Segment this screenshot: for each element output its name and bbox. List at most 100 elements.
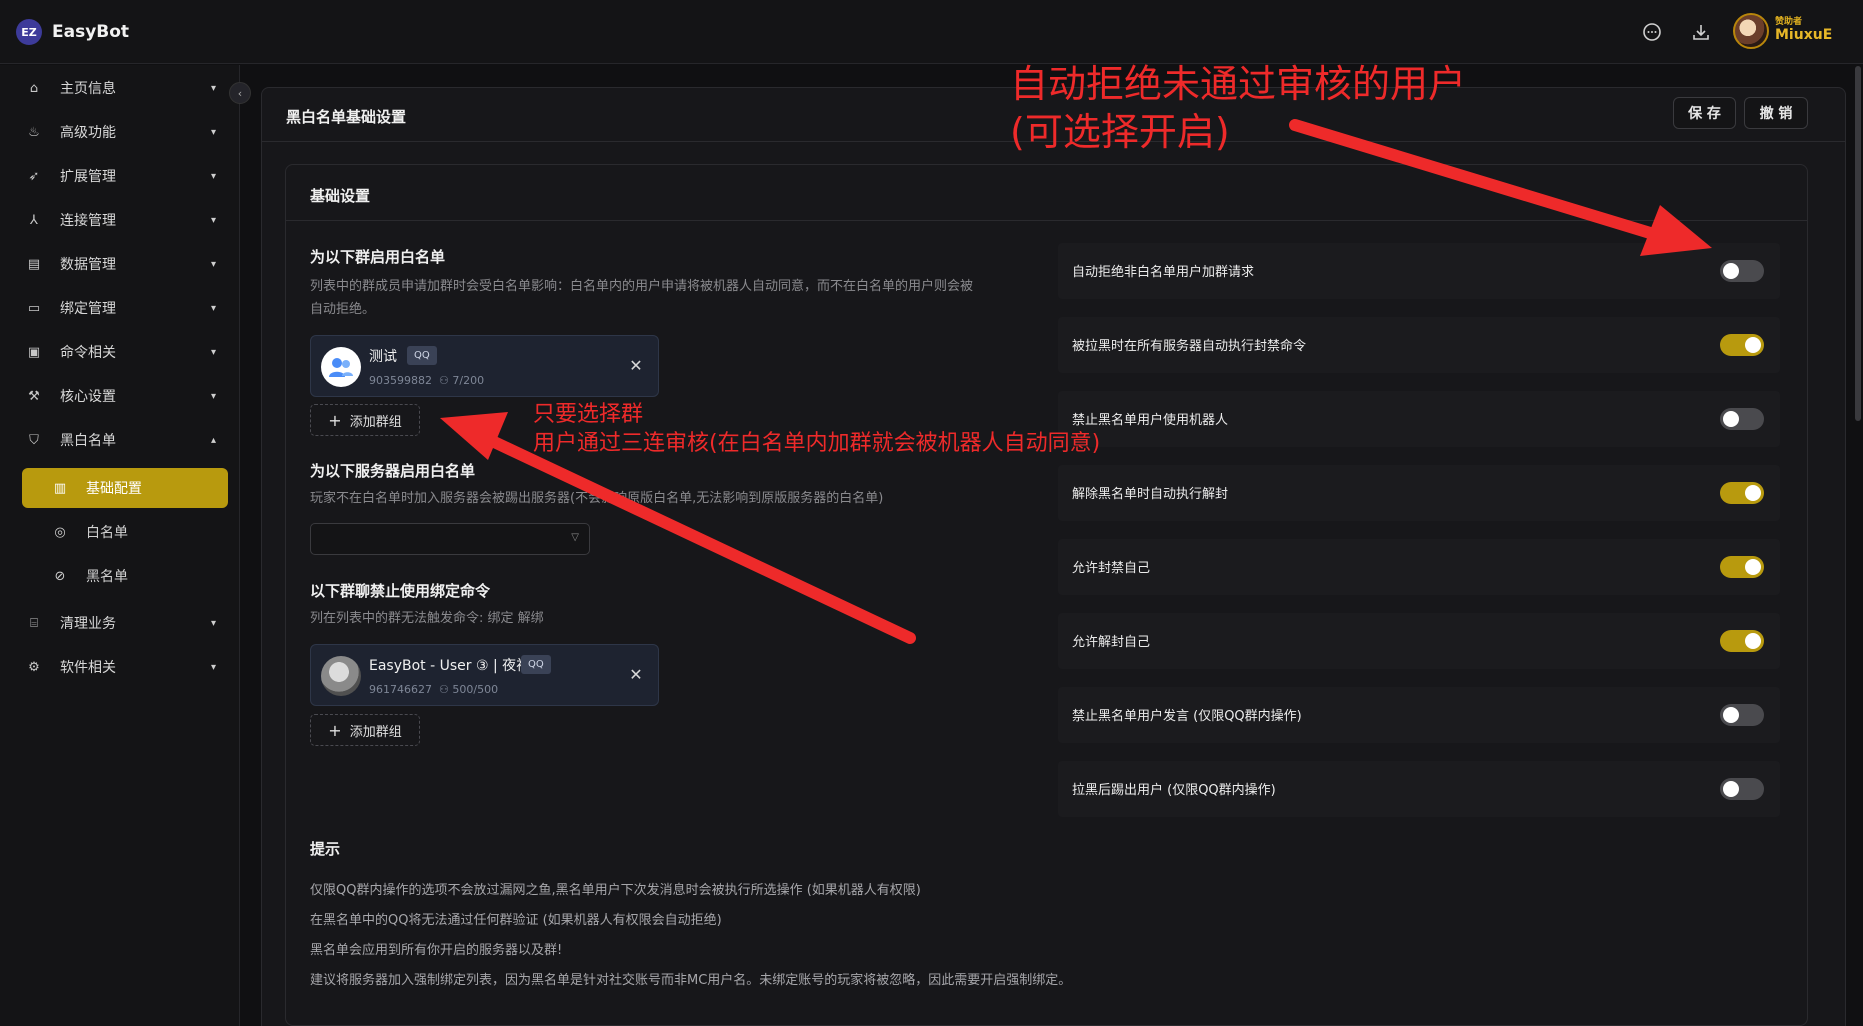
network-icon: ⅄ [30, 212, 38, 228]
group-id: 961746627 [369, 683, 432, 696]
add-group-button[interactable]: + 添加群组 [310, 404, 420, 436]
tip-line: 在黑名单中的QQ将无法通过任何群验证 (如果机器人有权限会自动拒绝) [310, 913, 722, 928]
gear-icon: ⚙ [28, 659, 40, 675]
scrollbar[interactable] [1855, 66, 1861, 421]
download-icon[interactable] [1689, 20, 1713, 44]
chevron-down-icon: ▾ [210, 258, 216, 270]
shield-icon: ⛉ [29, 432, 39, 448]
sidebar-item-software[interactable]: ⚙ 软件相关 ▾ [26, 656, 216, 678]
page-title: 黑白名单基础设置 [286, 108, 407, 126]
sidebar-item-blacklist-whitelist[interactable]: ⛉ 黑白名单 ▴ [26, 429, 216, 451]
chevron-down-icon: ▾ [210, 390, 216, 402]
database-icon: ▤ [27, 256, 41, 272]
flame-icon: ♨ [28, 124, 40, 140]
save-button[interactable]: 保 存 [1673, 97, 1736, 129]
toggle-kick-after-blacklist[interactable] [1720, 778, 1764, 800]
toggle-allow-unban-self[interactable] [1720, 630, 1764, 652]
platform-tag: QQ [521, 655, 551, 674]
close-icon[interactable]: ✕ [626, 355, 646, 375]
setting-row: 自动拒绝非白名单用户加群请求 [1058, 243, 1780, 299]
sidebar-item-cleanup[interactable]: ⌸ 清理业务 ▾ [26, 612, 216, 634]
chevron-down-icon: ▾ [210, 617, 216, 629]
group-avatar [321, 347, 361, 387]
toggle-block-bot-use[interactable] [1720, 408, 1764, 430]
broom-icon: ⌸ [30, 615, 38, 631]
whitelist-servers-desc: 玩家不在白名单时加入服务器会被踢出服务器(不会影响原版白名单,无法影响到原版服务… [310, 491, 884, 506]
top-bar: EZ EasyBot 赞助者 MiuxuE [0, 0, 1863, 64]
chart-icon: ▥ [53, 480, 67, 496]
toggle-auto-reject[interactable] [1720, 260, 1764, 282]
collapse-sidebar-button[interactable]: ‹ [229, 82, 251, 104]
whitelist-servers-title: 为以下服务器启用白名单 [310, 462, 476, 480]
sidebar-item-advanced[interactable]: ♨ 高级功能 ▾ [26, 121, 216, 143]
plus-icon: + [328, 720, 342, 740]
member-count: ⚇ 7/200 [439, 374, 485, 387]
chevron-down-icon: ▾ [210, 126, 216, 138]
member-count: ⚇ 500/500 [439, 683, 499, 696]
sidebar-item-home[interactable]: ⌂ 主页信息 ▾ [26, 77, 216, 99]
add-group-button[interactable]: + 添加群组 [310, 714, 420, 746]
chevron-down-icon: ▾ [210, 661, 216, 673]
setting-row: 禁止黑名单用户使用机器人 [1058, 391, 1780, 447]
app-logo: EZ [16, 19, 42, 45]
user-menu[interactable]: 赞助者 MiuxuE [1733, 13, 1832, 49]
chevron-down-icon: ▾ [210, 346, 216, 358]
user-icon: ⚇ [439, 683, 449, 696]
group-avatar [321, 656, 361, 696]
sidebar-item-connections[interactable]: ⅄ 连接管理 ▾ [26, 209, 216, 231]
setting-row: 禁止黑名单用户发言 (仅限QQ群内操作) [1058, 687, 1780, 743]
chevron-down-icon: ▾ [210, 82, 216, 94]
section-title: 基础设置 [310, 187, 371, 205]
group-name: 测试 [369, 349, 397, 365]
setting-row: 允许封禁自己 [1058, 539, 1780, 595]
setting-row: 拉黑后踢出用户 (仅限QQ群内操作) [1058, 761, 1780, 817]
app-name: EasyBot [52, 22, 130, 42]
chevron-down-icon: ▾ [210, 302, 216, 314]
sidebar-item-extensions[interactable]: ➶ 扩展管理 ▾ [26, 165, 216, 187]
setting-row: 解除黑名单时自动执行解封 [1058, 465, 1780, 521]
annotation-auto-reject: 自动拒绝未通过审核的用户 (可选择开启) [1010, 62, 1467, 154]
sidebar-item-binding[interactable]: ▭ 绑定管理 ▾ [26, 297, 216, 319]
group-name: EasyBot - User ③ | 夜视 [369, 658, 531, 674]
whitelist-groups-title: 为以下群启用白名单 [310, 248, 446, 266]
sidebar-item-data[interactable]: ▤ 数据管理 ▾ [26, 253, 216, 275]
user-icon: ⚇ [439, 374, 449, 387]
platform-tag: QQ [407, 346, 437, 365]
home-icon: ⌂ [29, 80, 39, 96]
setting-row: 允许解封自己 [1058, 613, 1780, 669]
sidebar-item-core[interactable]: ⚒ 核心设置 ▾ [26, 385, 216, 407]
toggle-allow-ban-self[interactable] [1720, 556, 1764, 578]
brand[interactable]: EZ EasyBot [16, 19, 129, 45]
rocket-icon: ➶ [28, 168, 40, 184]
chevron-down-icon: ▽ [571, 532, 579, 543]
annotation-select-group: 只要选择群 用户通过三连审核(在白名单内加群就会被机器人自动同意) [533, 402, 1101, 456]
whitelist-groups-desc-1: 列表中的群成员申请加群时会受白名单影响：白名单内的用户申请将被机器人自动同意，而… [310, 279, 974, 294]
sidebar-item-commands[interactable]: ▣ 命令相关 ▾ [26, 341, 216, 363]
whitelist-groups-desc-2: 自动拒绝。 [310, 302, 376, 317]
group-card: EasyBot - User ③ | 夜视 QQ 961746627 ⚇ 500… [310, 644, 659, 706]
check-circle-icon: ◎ [54, 524, 66, 540]
toggle-auto-ban[interactable] [1720, 334, 1764, 356]
plus-icon: + [328, 410, 342, 430]
wrench-icon: ⚒ [28, 388, 40, 404]
sidebar-subitem-basic-config[interactable]: ▥ 基础配置 [22, 468, 228, 508]
bind-block-desc: 列在列表中的群无法触发命令: 绑定 解绑 [310, 611, 544, 626]
server-select[interactable]: ▽ [310, 523, 590, 555]
sidebar-subitem-whitelist[interactable]: ◎ 白名单 [22, 512, 228, 552]
chevron-down-icon: ▾ [210, 214, 216, 226]
chevron-up-icon: ▴ [210, 434, 216, 446]
chat-icon[interactable] [1640, 20, 1664, 44]
id-card-icon: ▭ [27, 300, 41, 316]
close-icon[interactable]: ✕ [626, 664, 646, 684]
cancel-button[interactable]: 撤 销 [1744, 97, 1808, 129]
toggle-auto-unban[interactable] [1720, 482, 1764, 504]
setting-row: 被拉黑时在所有服务器自动执行封禁命令 [1058, 317, 1780, 373]
sidebar-subitem-blacklist[interactable]: ⊘ 黑名单 [22, 556, 228, 596]
tip-line: 黑名单会应用到所有你开启的服务器以及群! [310, 943, 563, 958]
chevron-down-icon: ▾ [210, 170, 216, 182]
avatar [1733, 13, 1769, 49]
tip-line: 仅限QQ群内操作的选项不会放过漏网之鱼,黑名单用户下次发消息时会被执行所选操作 … [310, 883, 921, 898]
group-id: 903599882 [369, 374, 432, 387]
toggle-mute-blacklisted[interactable] [1720, 704, 1764, 726]
ban-icon: ⊘ [54, 568, 66, 584]
